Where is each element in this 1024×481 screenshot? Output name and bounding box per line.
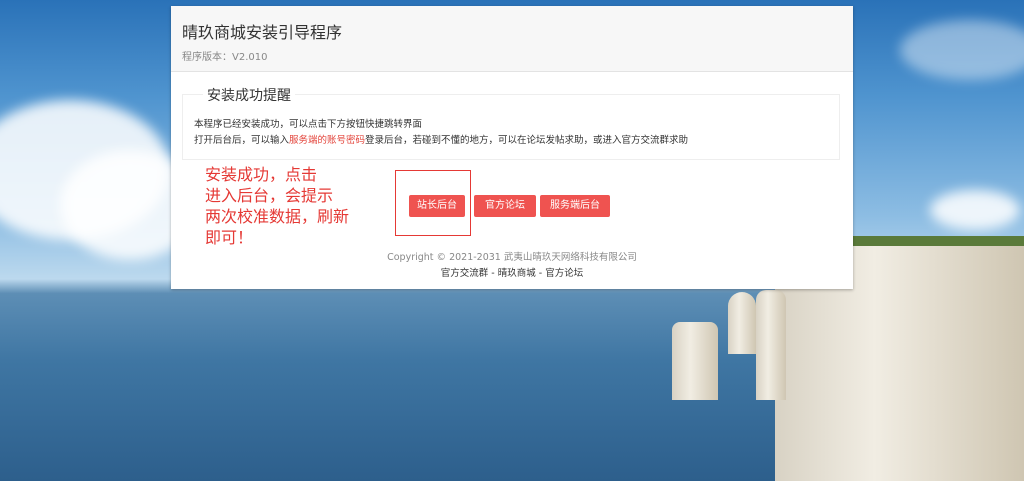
cloud [900, 20, 1024, 80]
notice-line-2-prefix: 打开后台后，可以输入 [194, 135, 290, 146]
footer-link-forum[interactable]: 官方论坛 [545, 268, 583, 279]
footer-separator: - [488, 268, 498, 279]
panel-header: 晴玖商城安装引导程序 程序版本：V2.010 [171, 6, 853, 72]
server-backend-button[interactable]: 服务端后台 [540, 195, 610, 217]
install-panel: 晴玖商城安装引导程序 程序版本：V2.010 安装成功提醒 本程序已经安装成功，… [171, 6, 853, 289]
notice-line-1: 本程序已经安装成功，可以点击下方按钮快捷跳转界面 [194, 119, 423, 130]
footer-separator: - [535, 268, 546, 279]
sea-stack [728, 292, 756, 354]
account-password-link[interactable]: 服务端的账号密码 [289, 135, 365, 146]
version-text: 程序版本：V2.010 [182, 52, 268, 63]
footer-links: 官方交流群 - 晴玖商城 - 官方论坛 [171, 265, 853, 279]
sea-stack [756, 290, 786, 400]
success-notice: 安装成功提醒 本程序已经安装成功，可以点击下方按钮快捷跳转界面 打开后台后，可以… [182, 85, 840, 160]
page-title: 晴玖商城安装引导程序 [182, 23, 343, 42]
copyright-text: Copyright © 2021-2031 武夷山晴玖天网络科技有限公司 [387, 252, 637, 263]
admin-backend-button[interactable]: 站长后台 [409, 195, 465, 217]
official-forum-button[interactable]: 官方论坛 [474, 195, 536, 217]
notice-title: 安装成功提醒 [203, 85, 295, 105]
footer-link-mall[interactable]: 晴玖商城 [498, 268, 536, 279]
footer-link-group[interactable]: 官方交流群 [441, 268, 489, 279]
cloud [930, 190, 1020, 230]
sea-stack [672, 322, 718, 400]
annotation-text: 安装成功，点击 进入后台，会提示 两次校准数据，刷新 即可！ [205, 165, 350, 247]
notice-line-2: 打开后台后，可以输入服务端的账号密码登录后台，若碰到不懂的地方，可以在论坛发帖求… [194, 132, 688, 146]
notice-line-2-suffix: 登录后台，若碰到不懂的地方，可以在论坛发帖求助，或进入官方交流群求助 [365, 135, 689, 146]
